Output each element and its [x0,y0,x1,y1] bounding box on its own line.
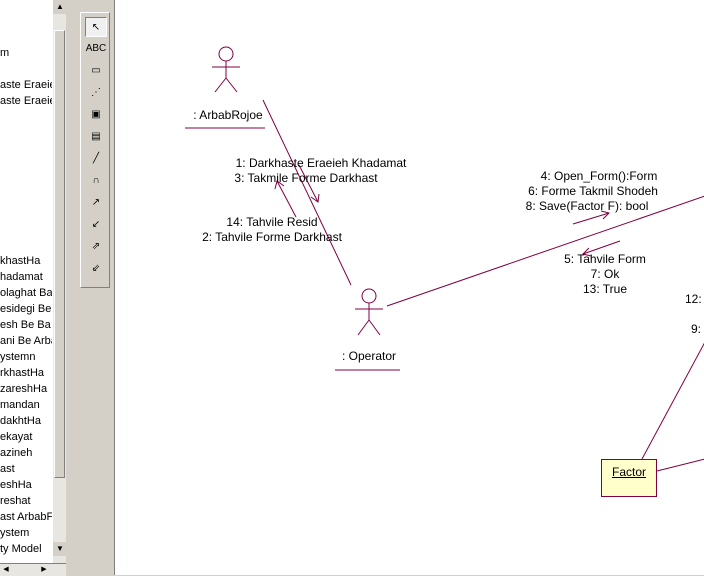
browser-tree-item[interactable]: rkhastHa [0,366,44,380]
scroll-up-icon[interactable]: ▲ [53,0,67,14]
browser-vertical-scrollbar[interactable]: ▲ ▼ [52,0,67,563]
message-9[interactable]: 9: [691,322,701,336]
scroll-thumb[interactable] [54,30,65,478]
class-instance-icon[interactable]: ▤ [85,127,107,147]
scroll-left-icon[interactable]: ◀ [0,564,12,576]
message-8[interactable]: 8: Save(Factor F): bool [526,199,649,213]
data-flow-icon[interactable]: ⇗ [85,237,107,257]
browser-tree-item[interactable]: m [0,46,9,60]
browser-tree-item[interactable]: hadamat [0,270,43,284]
reverse-data-flow-icon[interactable]: ⇙ [85,259,107,279]
scroll-down-icon[interactable]: ▼ [53,542,67,556]
browser-tree-item[interactable]: zareshHa [0,382,47,396]
link-factor-system[interactable] [641,342,704,460]
browser-tree-item[interactable]: aste Eraeie [0,94,52,108]
operator-actor-icon[interactable] [355,288,383,336]
object-link-icon[interactable]: ╱ [85,149,107,169]
browser-tree-item[interactable]: ty Model [0,542,42,556]
operator-actor-label[interactable]: : Operator [342,349,396,363]
link-message-icon[interactable]: ↗ [85,193,107,213]
message-5[interactable]: 5: Tahvile Form [564,252,646,266]
message-6[interactable]: 6: Forme Takmil Shodeh [528,184,658,198]
browser-tree-item[interactable]: ekayat [0,430,32,444]
message-14[interactable]: 14: Tahvile Resid [226,215,317,229]
diagram-toolbox: ↖ ABC ▭ ⋰ ▣ ▤ ╱ ∩ ↗ ↙ ⇗ ⇙ [80,12,110,288]
link-arbab-operator[interactable] [262,99,352,286]
browser-tree-item[interactable]: esh Be Ba [0,318,51,332]
browser-tree-item[interactable]: ast ArbabF [0,510,52,524]
link-factor-right[interactable] [656,458,704,472]
browser-tree-item[interactable]: ystem [0,526,29,540]
model-browser[interactable]: m aste Eraeie aste Eraeie khastHa hadamat ola… [0,0,53,563]
browser-tree-item[interactable]: esidegi Be [0,302,51,316]
text-tool-icon[interactable]: ABC [85,39,107,59]
message-3[interactable]: 3: Takmile Forme Darkhast [234,171,377,185]
browser-tree-item[interactable]: mandan [0,398,40,412]
factor-object-label: Factor [611,465,646,479]
browser-tree-item[interactable]: reshat [0,494,31,508]
scroll-right-icon[interactable]: ▶ [38,564,50,576]
message-2[interactable]: 2: Tahvile Forme Darkhast [202,230,342,244]
message-13[interactable]: 13: True [583,282,627,296]
browser-tree-item[interactable]: ast [0,462,15,476]
message-4[interactable]: 4: Open_Form():Form [541,169,658,183]
message-12[interactable]: 12: [685,292,702,306]
message-7[interactable]: 7: Ok [591,267,620,281]
browser-tree-item[interactable]: azineh [0,446,32,460]
browser-tree-item[interactable]: olaghat Ba [0,286,52,300]
message-1[interactable]: 1: Darkhaste Eraeieh Khadamat [236,156,407,170]
arbab-actor-label[interactable]: : ArbabRojoe [193,108,262,122]
selection-arrow-icon[interactable]: ↖ [85,17,107,37]
message-arrow-up [274,180,297,218]
browser-tree-item[interactable]: eshHa [0,478,32,492]
anchor-note-icon[interactable]: ⋰ [85,83,107,103]
collaboration-diagram-canvas[interactable]: : ArbabRojoe : Operator 1: Darkhaste Era… [114,0,704,575]
browser-tree-item[interactable]: khastHa [0,254,40,268]
browser-tree-item[interactable]: ystemn [0,350,35,364]
note-icon[interactable]: ▭ [85,61,107,81]
reverse-link-message-icon[interactable]: ↙ [85,215,107,235]
link-to-self-icon[interactable]: ∩ [85,171,107,191]
browser-tree-item[interactable]: aste Eraeie [0,78,52,92]
arbab-actor-icon[interactable] [212,46,240,93]
browser-horizontal-scrollbar[interactable]: ◀ ▶ [0,563,66,576]
browser-tree-item[interactable]: dakhtHa [0,414,41,428]
panel-splitter[interactable] [66,0,80,575]
browser-tree-item[interactable]: ani Be Arba [0,334,52,348]
object-icon[interactable]: ▣ [85,105,107,125]
factor-object[interactable]: Factor [601,459,657,497]
